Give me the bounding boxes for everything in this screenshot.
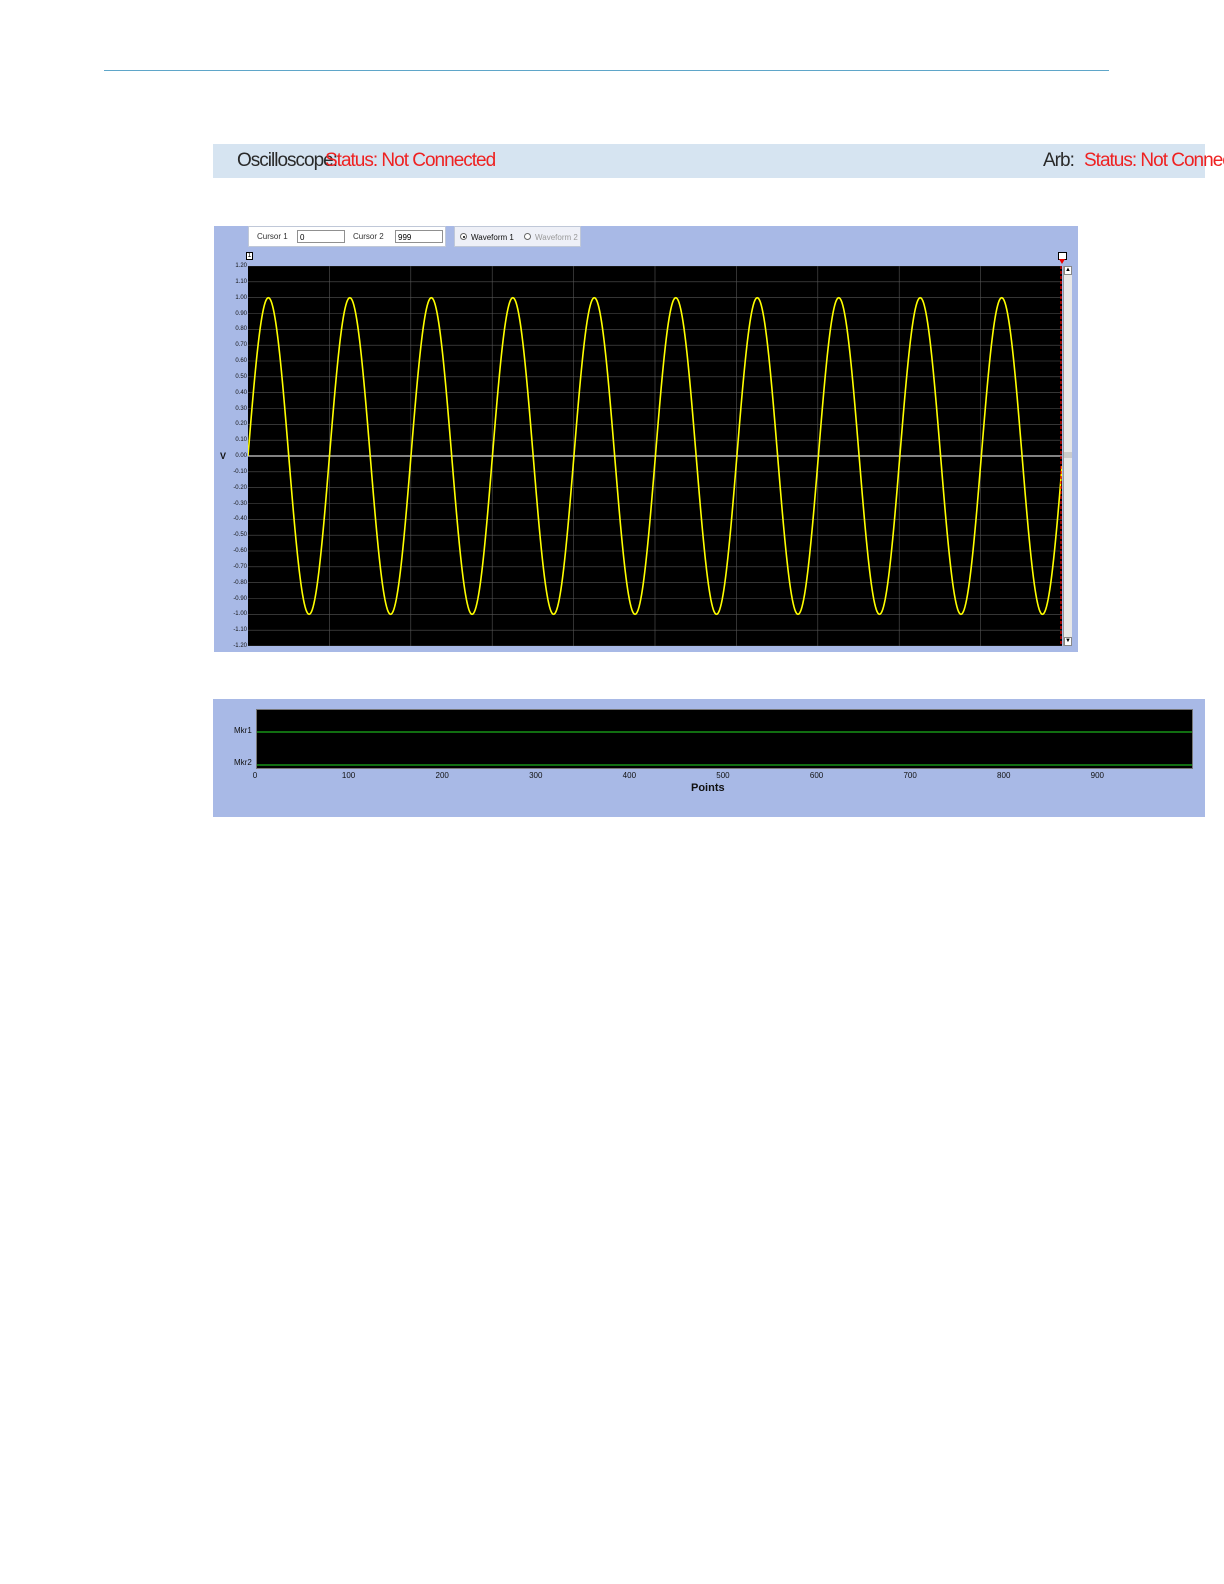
marker-panel: Mkr1 Mkr2 0 100 200 300 400 500 600 700 800 900 P… <box>213 699 1205 817</box>
y-tick-label: 1.10 <box>235 278 247 285</box>
y-tick-label: 0.10 <box>235 437 247 444</box>
x-tick-label: 800 <box>997 771 1011 780</box>
y-tick-label: 1.00 <box>235 294 247 301</box>
status-bar: Oscilloscope: Status: Not Connected Arb:… <box>213 144 1224 178</box>
top-rule <box>104 70 1109 71</box>
y-tick-label: 0.30 <box>235 405 247 412</box>
x-tick-label: 900 <box>1090 771 1105 780</box>
x-tick-label: 100 <box>341 771 356 780</box>
x-tick-label: 400 <box>622 771 637 780</box>
x-tick-label: 600 <box>809 771 824 780</box>
marker-plot[interactable] <box>256 709 1193 769</box>
y-tick-label: -0.30 <box>233 500 247 507</box>
y-tick-label: -1.00 <box>233 611 247 618</box>
cursor2-marker[interactable] <box>1058 252 1067 264</box>
y-tick-label: -0.90 <box>233 595 247 602</box>
scroll-up-icon[interactable]: ▲ <box>1064 266 1072 275</box>
y-tick-label: 0.50 <box>235 373 247 380</box>
cursor2-label: Cursor 2 <box>353 232 384 241</box>
y-tick-label: 1.20 <box>235 263 247 269</box>
y-axis-label: V <box>220 451 227 461</box>
waveform2-label[interactable]: Waveform 2 <box>535 233 578 242</box>
oscilloscope-status: Status: Not Connected <box>325 150 496 171</box>
y-tick-label: -0.40 <box>233 516 247 523</box>
y-tick-label: -1.20 <box>233 643 247 649</box>
y-tick-label: -0.70 <box>233 563 247 570</box>
vertical-scrollbar[interactable]: ▲ ▼ <box>1063 266 1072 646</box>
y-tick-label: 0.00 <box>235 453 247 459</box>
cursor2-input[interactable]: 999 <box>395 230 443 243</box>
waveform1-radio[interactable] <box>460 233 467 240</box>
y-tick-label: 0.40 <box>235 389 247 396</box>
cursor-controls: Cursor 1 0 Cursor 2 999 <box>248 226 446 247</box>
scroll-thumb[interactable] <box>1064 452 1072 458</box>
x-tick-label: 0 <box>252 771 258 780</box>
oscilloscope-label: Oscilloscope: <box>237 150 338 171</box>
y-tick-label: -0.60 <box>233 548 247 554</box>
x-tick-label: 700 <box>903 771 917 780</box>
x-tick-label: 200 <box>435 771 449 780</box>
y-tick-label: -0.10 <box>233 468 247 475</box>
y-tick-label: -1.10 <box>233 627 247 634</box>
y-tick-label: 0.90 <box>235 310 247 317</box>
y-tick-label: 0.20 <box>235 421 247 428</box>
x-tick-label: 500 <box>716 771 730 780</box>
mkr2-label: Mkr2 <box>234 758 252 767</box>
waveform-panel: Cursor 1 0 Cursor 2 999 Waveform 1 Wavef… <box>214 226 1078 652</box>
y-tick-label: 0.80 <box>235 326 247 333</box>
y-tick-label: -0.20 <box>233 484 247 491</box>
y-axis-ticks: 1.20 1.10 1.00 0.90 0.80 0.70 0.60 0.50 0.40 0.30… <box>228 263 248 649</box>
y-tick-label: -0.80 <box>233 579 247 586</box>
y-tick-label: -0.50 <box>233 532 247 539</box>
cursor1-label: Cursor 1 <box>257 232 288 241</box>
cursor1-input[interactable]: 0 <box>297 230 345 243</box>
x-axis-label: Points <box>691 782 725 794</box>
waveform-plot[interactable] <box>248 266 1062 646</box>
waveform1-label[interactable]: Waveform 1 <box>471 233 514 242</box>
waveform-selector: Waveform 1 Waveform 2 <box>454 226 581 247</box>
y-tick-label: 0.60 <box>235 358 247 364</box>
x-tick-label: 300 <box>529 771 543 780</box>
mkr1-label: Mkr1 <box>234 726 252 735</box>
scroll-down-icon[interactable]: ▼ <box>1064 637 1072 646</box>
y-tick-label: 0.70 <box>235 342 247 349</box>
waveform2-radio[interactable] <box>524 233 531 240</box>
arb-status: Status: Not Connected <box>1084 150 1224 171</box>
cursor1-marker[interactable]: 1 <box>246 252 253 260</box>
arb-label: Arb: <box>1043 150 1075 171</box>
